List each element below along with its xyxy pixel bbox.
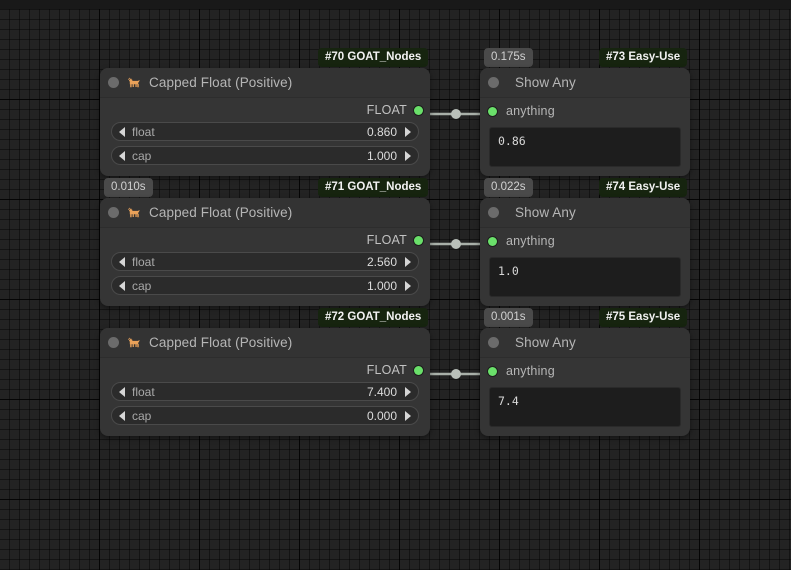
increment-arrow-icon[interactable]	[405, 126, 411, 137]
widget-float[interactable]: float 7.400	[111, 382, 419, 401]
collapse-toggle-icon[interactable]	[488, 77, 499, 88]
output-slot-label: FLOAT	[366, 363, 407, 377]
node-title-label: Capped Float (Positive)	[149, 75, 293, 90]
node-capped-float-70[interactable]: Capped Float (Positive) FLOAT float 0.86…	[100, 68, 430, 176]
node-title-label: Capped Float (Positive)	[149, 205, 293, 220]
node-title-label: Capped Float (Positive)	[149, 335, 293, 350]
collapse-toggle-icon[interactable]	[108, 207, 119, 218]
collapse-toggle-icon[interactable]	[108, 337, 119, 348]
output-port-icon[interactable]	[414, 365, 423, 375]
output-port-icon[interactable]	[414, 105, 423, 115]
output-slot-float[interactable]: FLOAT	[100, 228, 430, 252]
widget-value[interactable]: 7.400	[367, 385, 397, 399]
output-text-display[interactable]: 7.4	[489, 387, 681, 427]
node-id-badge[interactable]: #73 Easy-Use	[599, 48, 688, 67]
node-show-any-73[interactable]: Show Any anything 0.86	[480, 68, 690, 176]
input-slot-label: anything	[506, 364, 555, 378]
widget-label: cap	[132, 278, 152, 293]
decrement-arrow-icon[interactable]	[119, 126, 125, 137]
node-body: FLOAT float 2.560 cap 1.000	[100, 228, 430, 303]
node-body: anything 0.86	[480, 98, 690, 167]
node-show-any-75[interactable]: Show Any anything 7.4	[480, 328, 690, 436]
node-exec-time-badge: 0.001s	[484, 308, 533, 327]
node-capped-float-72[interactable]: Capped Float (Positive) FLOAT float 7.40…	[100, 328, 430, 436]
widget-value[interactable]: 0.000	[367, 409, 397, 423]
increment-arrow-icon[interactable]	[405, 386, 411, 397]
node-exec-time-badge: 0.175s	[484, 48, 533, 67]
node-graph-canvas[interactable]: #70 GOAT_Nodes Capped Float (Positive) F…	[0, 0, 791, 570]
widget-cap[interactable]: cap 1.000	[111, 146, 419, 165]
goat-icon	[128, 337, 140, 348]
increment-arrow-icon[interactable]	[405, 150, 411, 161]
node-title-label: Show Any	[515, 75, 576, 90]
goat-icon	[128, 77, 140, 88]
node-titlebar[interactable]: Capped Float (Positive)	[100, 328, 430, 358]
widget-label: cap	[132, 148, 152, 163]
widget-value[interactable]: 2.560	[367, 255, 397, 269]
output-slot-label: FLOAT	[366, 103, 407, 117]
decrement-arrow-icon[interactable]	[119, 410, 125, 421]
node-titlebar[interactable]: Show Any	[480, 68, 690, 98]
node-exec-time-badge: 0.010s	[104, 178, 153, 197]
node-capped-float-71[interactable]: Capped Float (Positive) FLOAT float 2.56…	[100, 198, 430, 306]
decrement-arrow-icon[interactable]	[119, 256, 125, 267]
widget-label: cap	[132, 408, 152, 423]
output-slot-float[interactable]: FLOAT	[100, 358, 430, 382]
widget-cap[interactable]: cap 1.000	[111, 276, 419, 295]
node-titlebar[interactable]: Show Any	[480, 328, 690, 358]
collapse-toggle-icon[interactable]	[488, 207, 499, 218]
output-slot-float[interactable]: FLOAT	[100, 98, 430, 122]
widget-float[interactable]: float 2.560	[111, 252, 419, 271]
widget-value[interactable]: 0.860	[367, 125, 397, 139]
output-slot-label: FLOAT	[366, 233, 407, 247]
input-slot-label: anything	[506, 104, 555, 118]
increment-arrow-icon[interactable]	[405, 280, 411, 291]
widget-list: float 2.560 cap 1.000	[100, 252, 430, 303]
node-titlebar[interactable]: Capped Float (Positive)	[100, 198, 430, 228]
increment-arrow-icon[interactable]	[405, 410, 411, 421]
input-port-icon[interactable]	[488, 236, 497, 246]
node-titlebar[interactable]: Show Any	[480, 198, 690, 228]
input-slot-anything[interactable]: anything	[480, 228, 690, 254]
node-id-badge[interactable]: #74 Easy-Use	[599, 178, 688, 197]
input-port-icon[interactable]	[488, 366, 497, 376]
output-text-display[interactable]: 0.86	[489, 127, 681, 167]
node-title-label: Show Any	[515, 205, 576, 220]
node-id-badge[interactable]: #70 GOAT_Nodes	[318, 48, 429, 67]
widget-list: float 7.400 cap 0.000	[100, 382, 430, 433]
node-id-badge[interactable]: #71 GOAT_Nodes	[318, 178, 429, 197]
node-id-badge[interactable]: #72 GOAT_Nodes	[318, 308, 429, 327]
widget-label: float	[132, 124, 155, 139]
input-slot-label: anything	[506, 234, 555, 248]
node-body: anything 7.4	[480, 358, 690, 427]
node-show-any-74[interactable]: Show Any anything 1.0	[480, 198, 690, 306]
node-title-label: Show Any	[515, 335, 576, 350]
decrement-arrow-icon[interactable]	[119, 386, 125, 397]
widget-value[interactable]: 1.000	[367, 149, 397, 163]
goat-icon	[128, 207, 140, 218]
decrement-arrow-icon[interactable]	[119, 150, 125, 161]
output-port-icon[interactable]	[414, 235, 423, 245]
collapse-toggle-icon[interactable]	[108, 77, 119, 88]
node-titlebar[interactable]: Capped Float (Positive)	[100, 68, 430, 98]
node-id-badge[interactable]: #75 Easy-Use	[599, 308, 688, 327]
output-text-display[interactable]: 1.0	[489, 257, 681, 297]
node-body: anything 1.0	[480, 228, 690, 297]
node-exec-time-badge: 0.022s	[484, 178, 533, 197]
widget-label: float	[132, 384, 155, 399]
widget-float[interactable]: float 0.860	[111, 122, 419, 141]
widget-value[interactable]: 1.000	[367, 279, 397, 293]
node-body: FLOAT float 7.400 cap 0.000	[100, 358, 430, 433]
increment-arrow-icon[interactable]	[405, 256, 411, 267]
input-slot-anything[interactable]: anything	[480, 98, 690, 124]
input-slot-anything[interactable]: anything	[480, 358, 690, 384]
collapse-toggle-icon[interactable]	[488, 337, 499, 348]
widget-list: float 0.860 cap 1.000	[100, 122, 430, 173]
widget-cap[interactable]: cap 0.000	[111, 406, 419, 425]
input-port-icon[interactable]	[488, 106, 497, 116]
decrement-arrow-icon[interactable]	[119, 280, 125, 291]
node-body: FLOAT float 0.860 cap 1.000	[100, 98, 430, 173]
widget-label: float	[132, 254, 155, 269]
